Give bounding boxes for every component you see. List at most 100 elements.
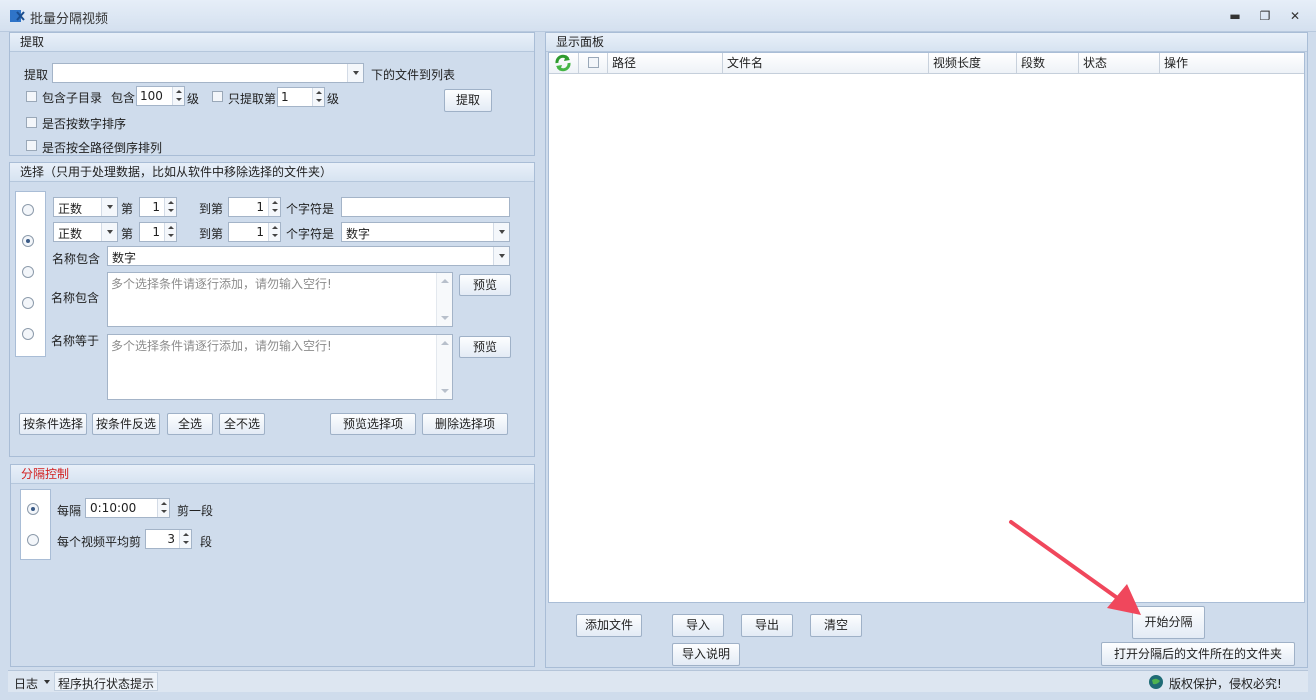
- name-contains-textarea[interactable]: 多个选择条件请逐行添加，请勿输入空行!: [107, 272, 453, 327]
- add-file-button[interactable]: 添加文件: [576, 614, 642, 637]
- sort-numeric-checkbox[interactable]: [26, 117, 37, 128]
- select-all-button[interactable]: 全选: [167, 413, 213, 435]
- stepper-arrows-icon[interactable]: [164, 223, 176, 241]
- only-level-stepper[interactable]: 1: [277, 87, 325, 107]
- col-segments[interactable]: 段数: [1017, 53, 1079, 73]
- select-radio-panel: [15, 191, 46, 357]
- select-all-rows-checkbox[interactable]: [588, 57, 599, 68]
- chevron-down-icon[interactable]: [493, 223, 509, 241]
- name-equals-textarea[interactable]: 多个选择条件请逐行添加，请勿输入空行!: [107, 334, 453, 400]
- chars-label-2: 个字符是: [286, 227, 335, 241]
- to-label-2: 到第: [199, 227, 224, 241]
- split-radio-panel: [20, 489, 51, 560]
- chevron-down-icon[interactable]: [493, 247, 509, 265]
- close-button[interactable]: ✕: [1286, 8, 1304, 24]
- stepper-arrows-icon[interactable]: [179, 530, 191, 548]
- name-equals-label: 名称等于: [51, 334, 100, 348]
- radio-position-type[interactable]: [22, 235, 34, 247]
- display-header: 显示面板: [546, 33, 1307, 52]
- only-extract-label: 只提取第: [228, 92, 277, 106]
- include-subdir-checkbox[interactable]: [26, 91, 37, 102]
- only-extract-checkbox[interactable]: [212, 91, 223, 102]
- mode-combobox-2[interactable]: 正数: [53, 222, 118, 242]
- preview-button-1[interactable]: 预览: [459, 274, 511, 296]
- from-stepper-1[interactable]: 1: [139, 197, 177, 217]
- stepper-arrows-icon[interactable]: [164, 198, 176, 216]
- chars-text-input[interactable]: [341, 197, 510, 217]
- from-stepper-2[interactable]: 1: [139, 222, 177, 242]
- preview-button-2[interactable]: 预览: [459, 336, 511, 358]
- radio-average-segments[interactable]: [27, 534, 39, 546]
- level-label: 级: [187, 92, 200, 106]
- extract-label: 提取: [24, 68, 49, 82]
- radio-name-contains-multi[interactable]: [22, 297, 34, 309]
- average-suffix: 段: [200, 535, 213, 549]
- name-contains-multi-label: 名称包含: [51, 291, 100, 305]
- sort-desc-checkbox[interactable]: [26, 140, 37, 151]
- chevron-down-icon[interactable]: [44, 680, 50, 684]
- window-title: 批量分隔视频: [30, 12, 109, 27]
- col-path[interactable]: 路径: [608, 53, 723, 73]
- minimize-button[interactable]: ▬: [1226, 8, 1244, 24]
- globe-icon: [1149, 675, 1163, 689]
- sort-numeric-label: 是否按数字排序: [42, 117, 127, 131]
- radio-name-equals[interactable]: [22, 328, 34, 340]
- select-none-button[interactable]: 全不选: [219, 413, 265, 435]
- chevron-down-icon[interactable]: [101, 198, 117, 216]
- stepper-arrows-icon[interactable]: [312, 88, 324, 106]
- radio-name-contains[interactable]: [22, 266, 34, 278]
- to-label-1: 到第: [199, 202, 224, 216]
- chars-label-1: 个字符是: [286, 202, 335, 216]
- mode-combobox-1[interactable]: 正数: [53, 197, 118, 217]
- import-button[interactable]: 导入: [672, 614, 724, 637]
- preview-selected-button[interactable]: 预览选择项: [330, 413, 416, 435]
- average-segments-stepper[interactable]: 3: [145, 529, 192, 549]
- scrollbar[interactable]: [436, 273, 452, 326]
- radio-position-text[interactable]: [22, 204, 34, 216]
- chevron-down-icon[interactable]: [347, 64, 363, 82]
- to-stepper-2[interactable]: 1: [228, 222, 281, 242]
- chevron-down-icon[interactable]: [101, 223, 117, 241]
- stepper-arrows-icon[interactable]: [268, 223, 280, 241]
- log-dropdown[interactable]: 日志: [14, 675, 38, 692]
- invert-by-condition-button[interactable]: 按条件反选: [92, 413, 160, 435]
- col-duration[interactable]: 视频长度: [929, 53, 1017, 73]
- stepper-arrows-icon[interactable]: [157, 499, 169, 517]
- stepper-arrows-icon[interactable]: [172, 87, 184, 105]
- extract-button[interactable]: 提取: [444, 89, 492, 112]
- export-button[interactable]: 导出: [741, 614, 793, 637]
- col-filename[interactable]: 文件名: [723, 53, 929, 73]
- stepper-arrows-icon[interactable]: [268, 198, 280, 216]
- depth-stepper[interactable]: 100: [136, 86, 185, 106]
- open-output-folder-button[interactable]: 打开分隔后的文件所在的文件夹: [1101, 642, 1295, 666]
- include-subdir-label: 包含子目录: [42, 91, 103, 105]
- char-type-combobox[interactable]: 数字: [341, 222, 510, 242]
- col-action[interactable]: 操作: [1160, 53, 1304, 73]
- col-status[interactable]: 状态: [1079, 53, 1160, 73]
- import-help-button[interactable]: 导入说明: [672, 643, 740, 666]
- app-icon: [10, 10, 25, 22]
- split-control-header: 分隔控制: [11, 465, 534, 484]
- status-bar: 日志 程序执行状态提示 版权保护，侵权必究!: [8, 670, 1308, 692]
- sort-desc-label: 是否按全路径倒序排列: [42, 141, 163, 155]
- to-stepper-1[interactable]: 1: [228, 197, 281, 217]
- file-grid[interactable]: 路径 文件名 视频长度 段数 状态 操作: [548, 52, 1305, 603]
- every-label: 每隔: [57, 504, 82, 518]
- delete-selected-button[interactable]: 删除选择项: [422, 413, 508, 435]
- refresh-icon[interactable]: [553, 54, 573, 72]
- radio-every-interval[interactable]: [27, 503, 39, 515]
- select-by-condition-button[interactable]: 按条件选择: [19, 413, 87, 435]
- clear-button[interactable]: 清空: [810, 614, 862, 637]
- restore-button[interactable]: ❐: [1256, 8, 1274, 24]
- extract-suffix: 下的文件到列表: [371, 68, 456, 82]
- scrollbar[interactable]: [436, 335, 452, 399]
- name-contains-combobox[interactable]: 数字: [107, 246, 510, 266]
- level-label-2: 级: [327, 92, 340, 106]
- status-hint: 程序执行状态提示: [54, 672, 159, 691]
- interval-time-stepper[interactable]: 0:10:00: [85, 498, 170, 518]
- select-all-column[interactable]: [579, 53, 608, 73]
- refresh-column[interactable]: [549, 53, 579, 73]
- title-bar: 批量分隔视频 ▬ ❐ ✕: [0, 0, 1316, 32]
- extract-header: 提取: [10, 33, 534, 52]
- path-combobox[interactable]: [52, 63, 364, 83]
